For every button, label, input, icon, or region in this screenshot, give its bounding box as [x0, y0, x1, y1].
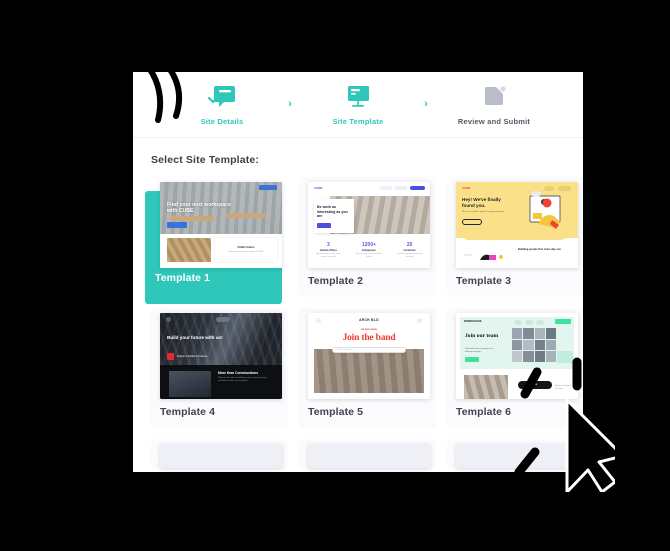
preview-section-sub: Discover what it is like to work at CUBE [228, 251, 264, 254]
template-thumbnail-5: ARCH BLD WE ARE HIRING Join the band Sea… [308, 313, 430, 399]
folder-icon [485, 86, 506, 105]
preview-stat: 20 Countries Creating opportunity in man… [396, 242, 423, 258]
template-thumbnail-6: WORKHOUSE Join our team Work with the be… [456, 313, 578, 399]
preview-search-field: Search your role [332, 347, 406, 353]
template-card-7-partial[interactable] [151, 439, 288, 469]
preview-section-sub: Whatever the agency building is, we are … [218, 377, 267, 383]
preview-pill-label: About us [526, 383, 538, 386]
screen-root: Site Details › Site Template › Review an… [0, 0, 670, 551]
preview-logo: WORKHOUSE [464, 320, 482, 323]
template-card-4[interactable]: Build your future with us! Explore Flexi… [151, 308, 288, 428]
template-selection-area: Select Site Template: Find your next wor… [133, 138, 583, 472]
stepper-separator-2: › [424, 98, 428, 110]
step-site-details[interactable]: Site Details [167, 84, 277, 126]
preview-badge: Explore Flexible & Curious [177, 354, 208, 358]
preview-footer-headline: Building people first since day one [518, 248, 561, 251]
template-card-3[interactable]: CUBE Hey! We've finally found you. We ar… [447, 177, 583, 297]
template-thumbnail-2: CUBE Be work as interesting as you are 3… [308, 182, 430, 268]
preview-portrait-grid [512, 328, 556, 362]
template-thumbnail-8 [308, 444, 430, 468]
preview-headline: Join our team [465, 333, 499, 339]
preview-headline: Hey! We've finally found you. [462, 197, 501, 208]
preview-illustration-small-icon [464, 254, 503, 260]
monitor-icon [348, 86, 369, 107]
preview-stat: 3 Global offices We are hiring in many c… [316, 242, 341, 258]
step-label: Site Template [332, 117, 384, 126]
stepper: Site Details › Site Template › Review an… [133, 72, 583, 138]
template-label: Template 2 [308, 275, 364, 287]
template-card-5[interactable]: ARCH BLD WE ARE HIRING Join the band Sea… [299, 308, 436, 428]
preview-kicker: WE ARE HIRING [360, 329, 378, 331]
template-card-9-partial[interactable] [447, 439, 583, 469]
template-thumbnail-4: Build your future with us! Explore Flexi… [160, 313, 282, 399]
chat-check-icon [207, 86, 235, 107]
preview-stat: 1200+ Employees Best in class team aroun… [355, 242, 383, 258]
step-site-template[interactable]: Site Template [303, 84, 413, 126]
template-card-8-partial[interactable] [299, 439, 436, 469]
preview-headline: Join the band [342, 333, 396, 343]
template-card-6[interactable]: WORKHOUSE Join our team Work with the be… [447, 308, 583, 428]
preview-headline: Build your future with us! [167, 335, 223, 340]
template-label: Template 6 [456, 406, 512, 418]
preview-sub: We are in creative, great & hungry to ge… [462, 211, 505, 213]
preview-section-title: More than Constructions [218, 371, 259, 375]
preview-section-title: CUBE Culture [237, 246, 255, 250]
template-label: Template 3 [456, 275, 512, 287]
stepper-separator-1: › [288, 98, 292, 110]
preview-logo: ARCH BLD [359, 318, 379, 322]
template-card-2[interactable]: CUBE Be work as interesting as you are 3… [299, 177, 436, 297]
preview-headline: Be work as interesting as you are [317, 205, 348, 219]
step-review-and-submit[interactable]: Review and Submit [439, 84, 549, 126]
preview-logo: CUBE [462, 186, 471, 190]
preview-logo: CUBE [314, 186, 323, 190]
template-thumbnail-7 [160, 444, 282, 468]
template-label: Template 1 [155, 272, 211, 284]
preview-headline: Find your next workspace with CUBE [167, 202, 231, 215]
template-label: Template 5 [308, 406, 364, 418]
step-label: Review and Submit [457, 117, 531, 126]
wizard-panel: Site Details › Site Template › Review an… [133, 72, 583, 472]
template-label: Template 4 [160, 406, 216, 418]
preview-pill-sub: Read more about the team [555, 385, 571, 390]
preview-illustration-icon [529, 191, 561, 229]
page-title: Select Site Template: [151, 154, 259, 166]
template-thumbnail-3: CUBE Hey! We've finally found you. We ar… [456, 182, 578, 268]
template-thumbnail-1: Find your next workspace with CUBE CUBE … [160, 182, 282, 268]
template-grid: Find your next workspace with CUBE CUBE … [145, 177, 583, 469]
template-thumbnail-9 [456, 444, 578, 468]
template-card-1[interactable]: Find your next workspace with CUBE CUBE … [145, 177, 288, 304]
preview-sub: Work with the best people in the industr… [465, 348, 494, 353]
step-label: Site Details [200, 117, 244, 126]
